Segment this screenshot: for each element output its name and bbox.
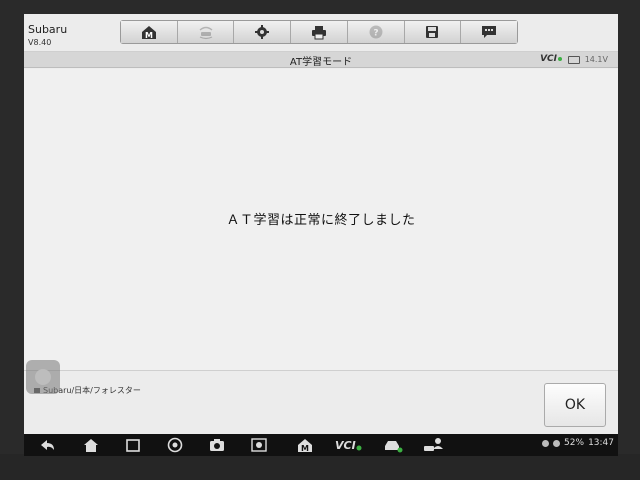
bezel-right (618, 0, 640, 480)
message-icon (482, 26, 497, 38)
print-button[interactable] (291, 21, 348, 43)
message-button[interactable] (461, 21, 518, 43)
page-title: AT学習モード (289, 57, 353, 68)
svg-text:M: M (145, 31, 153, 40)
ok-button[interactable]: OK (544, 383, 606, 427)
car-diagnostics-icon[interactable] (382, 437, 404, 453)
help-button[interactable]: ? (347, 21, 405, 43)
settings-icon (255, 25, 270, 39)
battery-icon (568, 56, 580, 64)
remote-user-icon[interactable] (422, 437, 448, 453)
save-icon (426, 26, 439, 38)
svg-text:M: M (301, 444, 309, 453)
recent-apps-icon[interactable] (124, 437, 142, 453)
home-nav-icon[interactable] (82, 437, 100, 453)
save-button[interactable] (404, 21, 462, 43)
maxisys-home-icon[interactable]: M (296, 437, 314, 453)
app-header: Subaru V8.40 M ? (24, 14, 618, 52)
floating-assist-button[interactable] (26, 360, 60, 394)
toolbar: M ? (120, 20, 518, 44)
browser-icon[interactable] (166, 437, 184, 453)
app-version: V8.40 (28, 38, 52, 47)
vehicle-swap-icon (199, 26, 213, 40)
vci-status: VCI (540, 54, 562, 64)
app-name: Subaru (28, 23, 68, 36)
camera-icon[interactable] (208, 437, 226, 453)
help-icon: ? (369, 25, 383, 39)
vci-label: VCI (540, 54, 557, 64)
settings-button[interactable] (234, 21, 292, 43)
device-screen: Subaru V8.40 M ? AT学習モード VCI 14.1V ＡＴ学習は… (24, 14, 618, 434)
vci-connected-dot (558, 57, 562, 61)
result-message: ＡＴ学習は正常に終了しました (226, 213, 416, 228)
bezel-top (0, 0, 640, 14)
system-nav-bar: M VCI 52% 13:47 (24, 434, 618, 456)
svg-text:VCI: VCI (335, 439, 356, 452)
clock: 13:47 (588, 438, 614, 448)
bezel-left (0, 0, 24, 480)
home-button[interactable]: M (121, 21, 178, 43)
assist-circle-icon (35, 369, 51, 385)
status-area: 52% 13:47 (542, 438, 614, 448)
vehicle-swap-button[interactable] (177, 21, 235, 43)
brightness-icon[interactable] (250, 437, 268, 453)
home-icon: M (141, 26, 156, 40)
bezel-bottom (0, 454, 640, 480)
back-icon[interactable] (38, 437, 56, 453)
wifi-icon (553, 439, 561, 447)
svg-text:?: ? (373, 29, 378, 39)
footer: Subaru/日本/フォレスター OK (24, 370, 618, 434)
title-bar: AT学習モード VCI 14.1V (24, 52, 618, 68)
print-icon (312, 26, 327, 40)
main-content: ＡＴ学習は正常に終了しました (24, 69, 618, 379)
notification-icon (542, 439, 550, 447)
voltage-readout: 14.1V (584, 55, 608, 64)
vci-nav-icon[interactable]: VCI (334, 437, 364, 453)
battery-level: 52% (564, 438, 585, 448)
